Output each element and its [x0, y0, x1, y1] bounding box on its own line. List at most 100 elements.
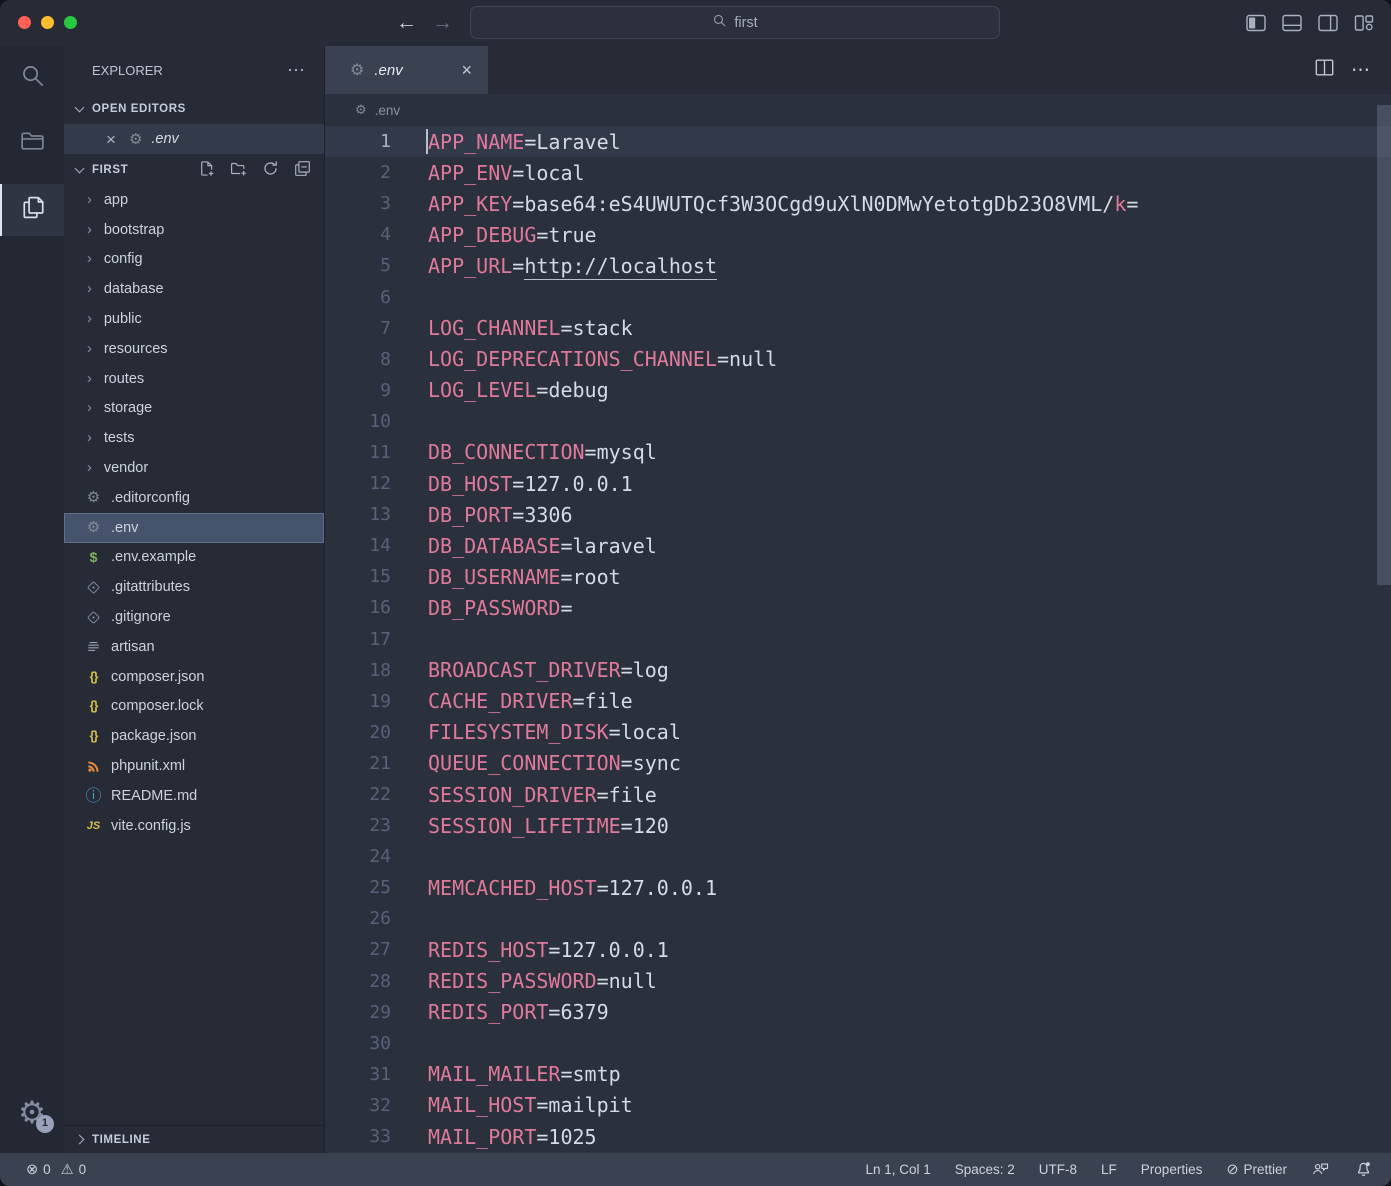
new-file-icon[interactable] [198, 160, 215, 180]
warning-count[interactable]: 0 [79, 1162, 87, 1177]
tree-item-app[interactable]: ›app [64, 185, 324, 215]
tree-item-gitattributes[interactable]: .gitattributes [64, 572, 324, 602]
tree-item-routes[interactable]: ›routes [64, 364, 324, 394]
back-icon[interactable]: ← [396, 0, 417, 46]
code-area[interactable]: 1APP_NAME=Laravel2APP_ENV=local3APP_KEY=… [325, 126, 1391, 1152]
tree-item-vendor[interactable]: ›vendor [64, 453, 324, 483]
code-line-23[interactable]: 23SESSION_LIFETIME=120 [325, 810, 1391, 841]
tree-item-artisan[interactable]: artisan [64, 632, 324, 662]
breadcrumb[interactable]: ⚙ .env [325, 94, 1391, 126]
open-editor-item-env[interactable]: × ⚙ .env [64, 124, 324, 154]
tree-item-database[interactable]: ›database [64, 274, 324, 304]
tree-item-composer-lock[interactable]: {}composer.lock [64, 692, 324, 722]
panel-left-icon[interactable] [1245, 12, 1267, 34]
minimize-button[interactable] [41, 16, 54, 29]
layout-customize-icon[interactable] [1353, 12, 1375, 34]
tree-item-tests[interactable]: ›tests [64, 423, 324, 453]
refresh-icon[interactable] [262, 160, 279, 180]
more-actions-icon[interactable]: ⋯ [1351, 59, 1371, 82]
code-line-31[interactable]: 31MAIL_MAILER=smtp [325, 1059, 1391, 1090]
tree-item-package-json[interactable]: {}package.json [64, 721, 324, 751]
status-cursor-position[interactable]: Ln 1, Col 1 [865, 1162, 930, 1177]
code-line-20[interactable]: 20FILESYSTEM_DISK=local [325, 717, 1391, 748]
code-line-12[interactable]: 12DB_HOST=127.0.0.1 [325, 468, 1391, 499]
code-line-8[interactable]: 8LOG_DEPRECATIONS_CHANNEL=null [325, 344, 1391, 375]
panel-right-icon[interactable] [1317, 12, 1339, 34]
open-editors-header[interactable]: OPEN EDITORS [64, 95, 324, 123]
tree-item-phpunit-xml[interactable]: phpunit.xml [64, 751, 324, 781]
warning-icon[interactable]: ⚠ [61, 1162, 74, 1178]
collapse-all-icon[interactable] [294, 160, 311, 180]
zoom-button[interactable] [64, 16, 77, 29]
code-line-3[interactable]: 3APP_KEY=base64:eS4UWUTQcf3W3OCgd9uXlN0D… [325, 188, 1391, 219]
status-feedback[interactable] [1311, 1159, 1330, 1181]
code-line-28[interactable]: 28REDIS_PASSWORD=null [325, 966, 1391, 997]
tree-item-label: .gitignore [111, 609, 171, 625]
status-notifications[interactable] [1354, 1159, 1373, 1181]
code-line-14[interactable]: 14DB_DATABASE=laravel [325, 530, 1391, 561]
status-indentation[interactable]: Spaces: 2 [955, 1162, 1015, 1177]
code-line-7[interactable]: 7LOG_CHANNEL=stack [325, 313, 1391, 344]
code-line-18[interactable]: 18BROADCAST_DRIVER=log [325, 655, 1391, 686]
tab-env[interactable]: ⚙ .env × [325, 46, 488, 94]
forward-icon[interactable]: → [432, 0, 453, 46]
panel-bottom-icon[interactable] [1281, 12, 1303, 34]
status-prettier[interactable]: ⊘Prettier [1226, 1162, 1287, 1178]
code-line-19[interactable]: 19CACHE_DRIVER=file [325, 686, 1391, 717]
status-eol[interactable]: LF [1101, 1162, 1117, 1177]
tree-item-env[interactable]: ⚙.env [64, 513, 324, 543]
activity-item-file-manager[interactable] [0, 117, 64, 169]
tree-item-README-md[interactable]: ⓘREADME.md [64, 781, 324, 811]
tree-item-config[interactable]: ›config [64, 245, 324, 275]
code-line-16[interactable]: 16DB_PASSWORD= [325, 592, 1391, 623]
tree-item-storage[interactable]: ›storage [64, 394, 324, 424]
code-line-4[interactable]: 4APP_DEBUG=true [325, 219, 1391, 250]
code-line-11[interactable]: 11DB_CONNECTION=mysql [325, 437, 1391, 468]
tree-item-public[interactable]: ›public [64, 304, 324, 334]
code-line-33[interactable]: 33MAIL_PORT=1025 [325, 1121, 1391, 1152]
code-line-27[interactable]: 27REDIS_HOST=127.0.0.1 [325, 934, 1391, 965]
code-line-2[interactable]: 2APP_ENV=local [325, 157, 1391, 188]
activity-item-explorer[interactable] [0, 184, 64, 236]
tree-item-composer-json[interactable]: {}composer.json [64, 662, 324, 692]
tree-item-gitignore[interactable]: .gitignore [64, 602, 324, 632]
status-label: UTF-8 [1039, 1162, 1077, 1177]
status-language-mode[interactable]: Properties [1141, 1162, 1203, 1177]
code-line-32[interactable]: 32MAIL_HOST=mailpit [325, 1090, 1391, 1121]
code-line-15[interactable]: 15DB_USERNAME=root [325, 561, 1391, 592]
folder-section-header[interactable]: FIRST [64, 155, 324, 185]
code-line-1[interactable]: 1APP_NAME=Laravel [325, 126, 1391, 157]
code-line-24[interactable]: 24 [325, 841, 1391, 872]
tree-item-editorconfig[interactable]: ⚙.editorconfig [64, 483, 324, 513]
activity-item-search[interactable] [0, 52, 64, 104]
code-line-10[interactable]: 10 [325, 406, 1391, 437]
code-line-6[interactable]: 6 [325, 281, 1391, 312]
close-icon[interactable]: × [461, 61, 472, 79]
tree-item-resources[interactable]: ›resources [64, 334, 324, 364]
timeline-header[interactable]: TIMELINE [64, 1125, 324, 1153]
command-center-search[interactable]: first [470, 6, 1000, 39]
error-icon[interactable]: ⊗ [26, 1162, 38, 1178]
code-line-30[interactable]: 30 [325, 1028, 1391, 1059]
error-count[interactable]: 0 [43, 1162, 51, 1177]
new-folder-icon[interactable] [230, 160, 247, 180]
code-line-25[interactable]: 25MEMCACHED_HOST=127.0.0.1 [325, 872, 1391, 903]
code-line-21[interactable]: 21QUEUE_CONNECTION=sync [325, 748, 1391, 779]
settings-button[interactable]: ⚙1 [0, 1087, 64, 1139]
split-editor-icon[interactable] [1314, 57, 1335, 83]
code-line-5[interactable]: 5APP_URL=http://localhost [325, 250, 1391, 281]
more-actions-icon[interactable]: ⋯ [287, 60, 306, 81]
close-button[interactable] [18, 16, 31, 29]
close-icon[interactable]: × [106, 131, 116, 148]
code-line-17[interactable]: 17 [325, 624, 1391, 655]
tree-item-env-example[interactable]: $.env.example [64, 543, 324, 573]
tree-item-bootstrap[interactable]: ›bootstrap [64, 215, 324, 245]
code-line-13[interactable]: 13DB_PORT=3306 [325, 499, 1391, 530]
scrollbar[interactable] [1377, 105, 1391, 585]
code-line-9[interactable]: 9LOG_LEVEL=debug [325, 375, 1391, 406]
code-line-26[interactable]: 26 [325, 903, 1391, 934]
code-line-22[interactable]: 22SESSION_DRIVER=file [325, 779, 1391, 810]
code-line-29[interactable]: 29REDIS_PORT=6379 [325, 997, 1391, 1028]
tree-item-vite-config-js[interactable]: JSvite.config.js [64, 811, 324, 841]
status-encoding[interactable]: UTF-8 [1039, 1162, 1077, 1177]
